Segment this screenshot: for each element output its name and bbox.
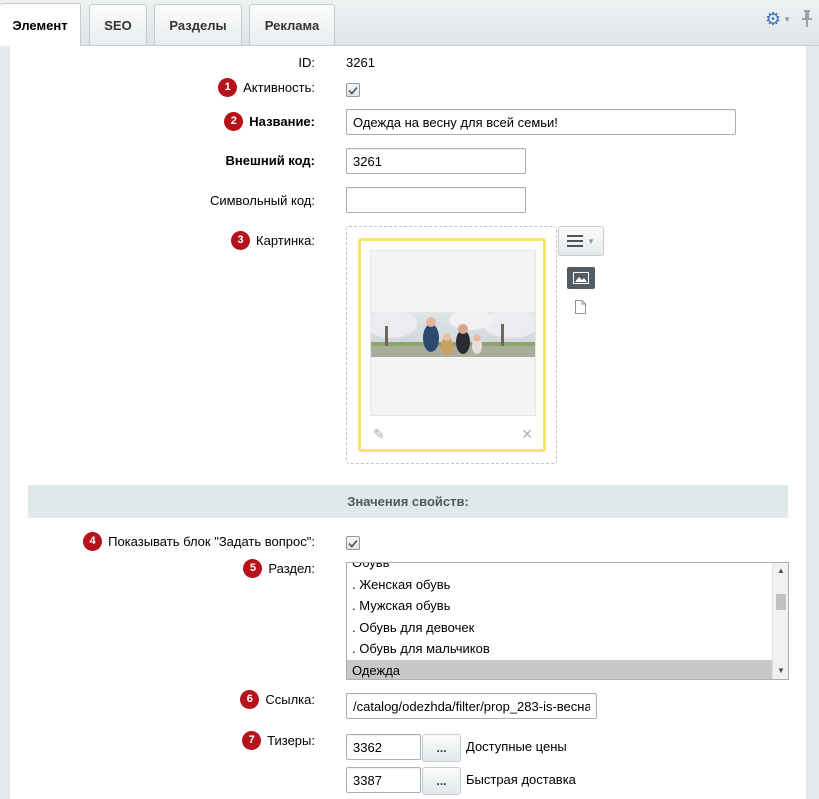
link-row-label: 6 Ссылка:	[240, 690, 315, 710]
list-item[interactable]: . Женская обувь	[347, 574, 772, 596]
picture-dropzone[interactable]: ✎ ✕	[346, 226, 557, 464]
step-badge: 1	[218, 78, 238, 97]
active-label: Активность:	[243, 79, 315, 95]
teaser-select-button[interactable]: ...	[422, 734, 461, 762]
teaser-id-input[interactable]	[346, 767, 421, 793]
step-badge: 7	[242, 731, 262, 750]
list-item-selected[interactable]: Одежда	[347, 659, 772, 679]
chevron-down-icon: ▼	[783, 14, 791, 24]
checkmark-icon	[348, 86, 358, 95]
teaser-name: Быстрая доставка	[466, 772, 576, 787]
section-options: Обувь . Женская обувь . Мужская обувь . …	[347, 563, 772, 679]
menu-icon	[567, 235, 584, 247]
show-question-row-label: 4 Показывать блок "Задать вопрос":	[83, 532, 315, 552]
link-label: Ссылка:	[265, 691, 315, 707]
family-photo	[371, 312, 535, 357]
link-input[interactable]	[346, 693, 597, 719]
checkmark-icon	[348, 539, 358, 548]
name-label: Название:	[249, 113, 315, 129]
image-mode-button[interactable]	[567, 267, 595, 289]
picture-image	[371, 312, 535, 357]
tab-bar: Элемент SEO Разделы Реклама ⚙ ▼	[0, 0, 819, 46]
active-row-label: 1 Активность:	[218, 78, 315, 98]
step-badge: 4	[83, 532, 103, 551]
tabbar-actions: ⚙ ▼	[765, 10, 813, 28]
form-panel: ID: 3261 1 Активность: 2 Название: Внешний…	[9, 46, 807, 799]
show-question-checkbox[interactable]	[346, 536, 360, 550]
id-label: ID:	[298, 55, 315, 70]
step-badge: 2	[224, 112, 244, 131]
tab-element[interactable]: Элемент	[0, 3, 81, 46]
section-row-label: 5 Раздел:	[243, 559, 315, 579]
teasers-row-label: 7 Тизеры:	[242, 731, 315, 751]
teaser-id-input[interactable]	[346, 734, 421, 760]
picture-card: ✎ ✕	[358, 238, 546, 452]
tab-sections[interactable]: Разделы	[154, 4, 242, 45]
picture-preview[interactable]	[370, 250, 536, 416]
scroll-down-icon[interactable]: ▼	[773, 663, 788, 679]
pin-icon[interactable]	[801, 10, 813, 28]
show-question-label: Показывать блок "Задать вопрос":	[108, 533, 315, 549]
external-code-label: Внешний код:	[225, 153, 315, 168]
symbolic-code-input[interactable]	[346, 187, 526, 213]
step-badge: 6	[240, 690, 260, 709]
image-icon	[573, 272, 589, 284]
symbolic-code-label: Символьный код:	[209, 193, 315, 208]
section-label: Раздел:	[268, 560, 315, 576]
listbox-scrollbar[interactable]: ▲ ▼	[772, 563, 788, 679]
teaser-select-button[interactable]: ...	[422, 767, 461, 795]
chevron-down-icon: ▼	[587, 236, 595, 246]
picture-row-label: 3 Картинка:	[231, 231, 315, 251]
scroll-thumb[interactable]	[776, 594, 786, 610]
file-icon[interactable]	[575, 300, 586, 314]
tab-advertising[interactable]: Реклама	[249, 4, 335, 45]
close-icon[interactable]: ✕	[521, 426, 533, 443]
step-badge: 5	[243, 559, 263, 578]
name-input[interactable]	[346, 109, 736, 135]
properties-section-header: Значения свойств:	[28, 485, 788, 518]
picture-menu-button[interactable]: ▼	[558, 226, 604, 256]
scroll-up-icon[interactable]: ▲	[773, 563, 788, 579]
id-value: 3261	[346, 55, 375, 70]
picture-label: Картинка:	[256, 232, 315, 248]
pencil-icon[interactable]: ✎	[373, 426, 385, 443]
list-item[interactable]: . Обувь для девочек	[347, 617, 772, 639]
gear-icon: ⚙	[764, 9, 782, 29]
section-listbox[interactable]: Обувь . Женская обувь . Мужская обувь . …	[346, 562, 789, 680]
list-item[interactable]: . Обувь для мальчиков	[347, 638, 772, 660]
teasers-label: Тизеры:	[267, 732, 315, 748]
list-item[interactable]: . Мужская обувь	[347, 595, 772, 617]
step-badge: 3	[231, 231, 251, 250]
external-code-input[interactable]	[346, 148, 526, 174]
teaser-name: Доступные цены	[466, 739, 567, 754]
list-item[interactable]: Обувь	[347, 563, 772, 574]
name-row-label: 2 Название:	[224, 112, 315, 132]
settings-button[interactable]: ⚙ ▼	[765, 10, 791, 28]
tab-seo[interactable]: SEO	[89, 4, 147, 45]
active-checkbox[interactable]	[346, 83, 360, 97]
